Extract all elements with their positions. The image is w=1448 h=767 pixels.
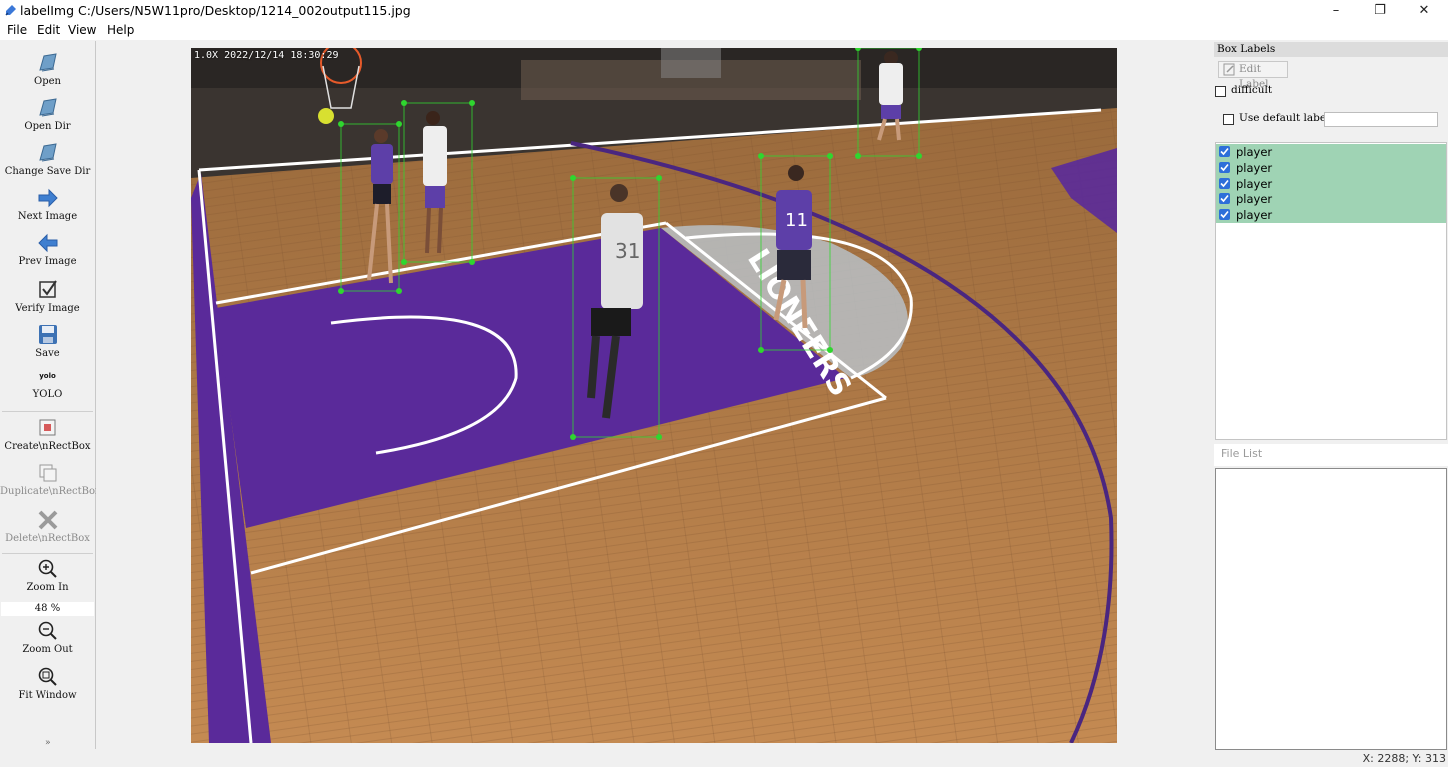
arrow-left-icon — [37, 233, 57, 253]
file-list-title: File List — [1214, 444, 1448, 466]
annotated-image[interactable]: LIONEERS 31 11 — [191, 48, 1117, 743]
labelimg-app-icon — [5, 5, 16, 16]
label-list-item[interactable]: player — [1216, 191, 1446, 208]
duplicate-rectbox-button[interactable]: Duplicate\nRectBox — [0, 462, 101, 497]
left-toolbar: Open Open Dir Change Save Dir Next Image… — [0, 41, 101, 749]
status-bar: X: 2288; Y: 313 — [0, 750, 1448, 767]
cursor-coordinates: X: 2288; Y: 313 — [1362, 752, 1446, 765]
use-default-label-text: Use default label — [1239, 112, 1330, 124]
menu-view[interactable]: View — [68, 23, 96, 37]
minimize-button[interactable]: – — [1314, 0, 1358, 22]
difficult-label: difficult — [1231, 84, 1273, 96]
box-labels-title: Box Labels — [1214, 42, 1448, 57]
menu-edit[interactable]: Edit — [37, 23, 60, 37]
check-icon[interactable] — [1219, 146, 1230, 157]
next-image-button[interactable]: Next Image — [0, 187, 95, 222]
difficult-checkbox[interactable] — [1215, 86, 1226, 97]
close-button[interactable]: ✕ — [1402, 0, 1446, 22]
verify-image-button[interactable]: Verify Image — [0, 279, 95, 314]
box-label-list[interactable]: player player player player player — [1215, 142, 1447, 440]
jersey-number: 11 — [785, 210, 808, 231]
zoom-out-icon — [38, 621, 57, 640]
toolbar-extension-grip[interactable]: » — [45, 738, 51, 748]
format-button[interactable]: yolo YOLO — [0, 372, 95, 400]
label-list-item[interactable]: player — [1216, 175, 1446, 192]
arrow-right-icon — [38, 188, 58, 208]
zoom-in-button[interactable]: Zoom In — [0, 558, 95, 593]
open-file-icon — [38, 53, 57, 72]
duplicate-icon — [39, 464, 56, 482]
zoom-out-button[interactable]: Zoom Out — [0, 620, 95, 655]
create-rect-icon — [39, 419, 55, 436]
create-rectbox-button[interactable]: Create\nRectBox — [0, 417, 95, 452]
zoom-value-spinbox[interactable]: 48 % — [1, 602, 94, 616]
label-list-item[interactable]: player — [1216, 144, 1446, 160]
toolbar-separator — [2, 411, 93, 412]
toolbar-separator — [2, 553, 93, 554]
jersey-number: 31 — [615, 239, 640, 263]
edit-label-button[interactable]: Edit Label — [1218, 61, 1288, 90]
timestamp-overlay: 1.0X 2022/12/14 18:30:29 — [194, 50, 339, 61]
label-list-item[interactable]: player — [1216, 159, 1446, 176]
title-bar: labelImg C:/Users/N5W11pro/Desktop/1214_… — [0, 0, 1448, 22]
zoom-in-icon — [38, 559, 57, 578]
floppy-disk-icon — [38, 325, 57, 344]
delete-rectbox-button[interactable]: Delete\nRectBox — [0, 509, 95, 544]
prev-image-button[interactable]: Prev Image — [0, 232, 95, 267]
check-icon[interactable] — [1219, 209, 1230, 221]
save-button[interactable]: Save — [0, 324, 95, 359]
default-label-input[interactable] — [1324, 112, 1438, 127]
yolo-icon: yolo — [39, 372, 56, 380]
change-save-dir-button[interactable]: Change Save Dir — [0, 142, 95, 177]
check-icon[interactable] — [1219, 193, 1230, 205]
check-icon[interactable] — [1219, 177, 1230, 189]
edit-pencil-icon — [1223, 63, 1235, 76]
fit-window-button[interactable]: Fit Window — [0, 666, 95, 701]
use-default-label-checkbox[interactable] — [1223, 114, 1234, 125]
save-folder-icon — [38, 143, 57, 162]
open-dir-button[interactable]: Open Dir — [0, 97, 95, 132]
court-scene: LIONEERS 31 11 — [191, 48, 1117, 743]
open-button[interactable]: Open — [0, 52, 95, 87]
window-title: labelImg C:/Users/N5W11pro/Desktop/1214_… — [20, 3, 411, 18]
check-icon[interactable] — [1219, 161, 1230, 173]
fit-window-icon — [38, 667, 57, 686]
open-folder-icon — [38, 98, 57, 117]
label-list-item[interactable]: player — [1216, 207, 1446, 223]
checkbox-verify-icon — [38, 280, 57, 298]
menu-bar: File Edit View Help — [0, 22, 1448, 40]
file-list[interactable] — [1215, 468, 1447, 750]
menu-help[interactable]: Help — [107, 23, 134, 37]
maximize-button[interactable]: ❐ — [1358, 0, 1402, 22]
menu-file[interactable]: File — [7, 23, 27, 37]
delete-x-icon — [38, 510, 57, 530]
